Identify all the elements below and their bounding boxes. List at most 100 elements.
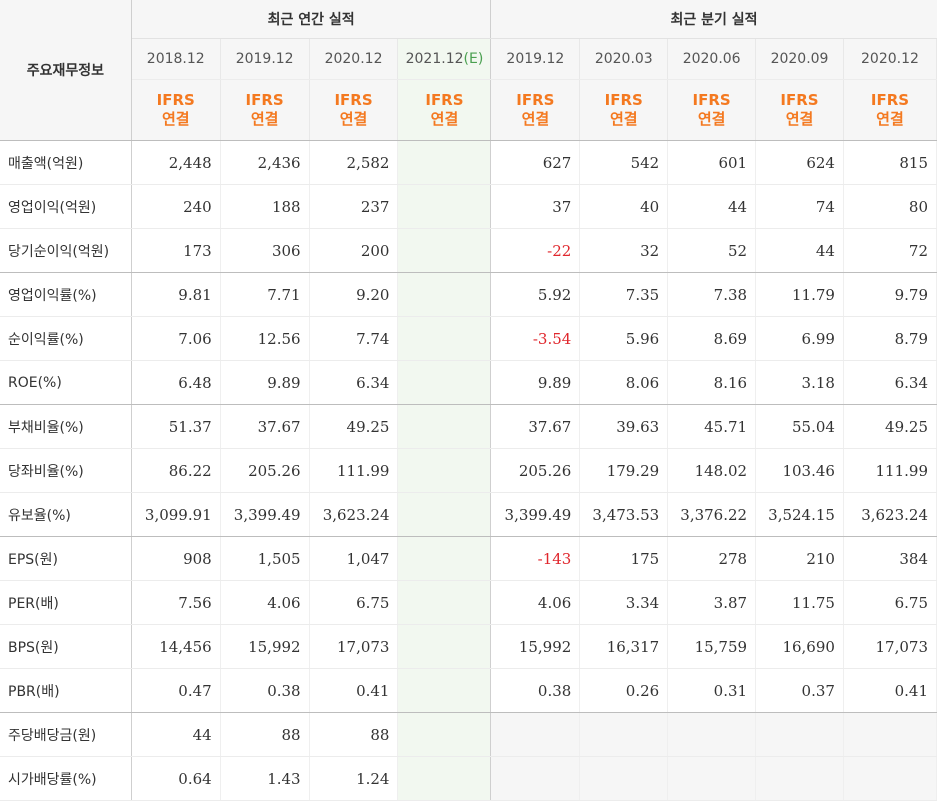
row-label: PBR(배) (0, 668, 132, 713)
row-label: 매출액(억원) (0, 140, 132, 185)
table-row: 시가배당률(%) 0.64 1.43 1.24 (0, 756, 937, 801)
table-cell: 624 (755, 140, 844, 185)
table-cell (397, 624, 492, 669)
table-cell: 3.87 (667, 580, 757, 625)
table-cell: 44 (755, 228, 844, 273)
table-cell (397, 712, 492, 757)
table-cell: 17,073 (309, 624, 399, 669)
ifrs-badge: IFRS 연결 (309, 79, 399, 141)
table-row: PBR(배) 0.47 0.38 0.41 0.38 0.26 0.31 0.37 0.41 (0, 668, 937, 713)
table-cell: 9.81 (131, 272, 221, 317)
table-cell: 1,047 (309, 536, 399, 581)
table-cell: 15,759 (667, 624, 757, 669)
estimate-marker: (E) (463, 51, 484, 67)
table-cell: 1,505 (220, 536, 310, 581)
table-cell (397, 272, 492, 317)
table-row: BPS(원) 14,456 15,992 17,073 15,992 16,317 15,7… (0, 624, 937, 669)
table-cell: 278 (667, 536, 757, 581)
table-cell: 86.22 (131, 448, 221, 493)
ifrs-label: IFRS (245, 91, 284, 109)
table-row: 매출액(억원) 2,448 2,436 2,582 627 542 601 624 815 (0, 140, 937, 185)
table-cell: 4.06 (220, 580, 310, 625)
table-cell: 39.63 (579, 404, 669, 449)
table-cell: 12.56 (220, 316, 310, 361)
table-cell: 6.34 (843, 360, 937, 405)
period-header: 2020.12 (309, 38, 399, 80)
table-cell: 7.35 (579, 272, 669, 317)
table-cell: 7.74 (309, 316, 399, 361)
table-cell: 72 (843, 228, 937, 273)
period-header: 2020.09 (755, 38, 844, 80)
row-label: ROE(%) (0, 360, 132, 405)
table-cell: 88 (220, 712, 310, 757)
table-cell: 32 (579, 228, 669, 273)
row-label: BPS(원) (0, 624, 132, 669)
table-cell: 9.20 (309, 272, 399, 317)
table-cell: 9.89 (220, 360, 310, 405)
period-header: 2021.12(E) (397, 38, 492, 80)
table-cell: 6.75 (309, 580, 399, 625)
table-row: PER(배) 7.56 4.06 6.75 4.06 3.34 3.87 11.75 6.75 (0, 580, 937, 625)
table-cell: 37.67 (490, 404, 581, 449)
table-cell: 51.37 (131, 404, 221, 449)
table-cell: 3,623.24 (843, 492, 937, 537)
table-cell: 16,317 (579, 624, 669, 669)
consolidated-label: 연결 (161, 110, 190, 128)
ifrs-label: IFRS (780, 91, 819, 109)
ifrs-label: IFRS (156, 91, 195, 109)
table-cell: 2,448 (131, 140, 221, 185)
consolidated-label: 연결 (876, 110, 904, 128)
period-label: 2020.09 (770, 51, 829, 67)
table-cell: 7.06 (131, 316, 221, 361)
table-cell: 240 (131, 184, 221, 229)
table-cell: -22 (490, 228, 581, 273)
table-cell: 2,436 (220, 140, 310, 185)
table-row: 부채비율(%) 51.37 37.67 49.25 37.67 39.63 45.71 55.… (0, 404, 937, 449)
table-cell: 384 (843, 536, 937, 581)
period-label: 2019.12 (506, 51, 565, 67)
table-cell (579, 712, 669, 757)
ifrs-badge: IFRS 연결 (755, 79, 844, 141)
table-cell: 14,456 (131, 624, 221, 669)
row-label: 부채비율(%) (0, 404, 132, 449)
table-cell: 49.25 (843, 404, 937, 449)
table-cell: 1.43 (220, 756, 310, 801)
ifrs-badge: IFRS 연결 (667, 79, 757, 141)
table-cell (397, 360, 492, 405)
period-header: 2020.12 (843, 38, 937, 80)
ifrs-label: IFRS (870, 91, 910, 109)
table-row: 유보율(%) 3,099.91 3,399.49 3,623.24 3,399.49 3,… (0, 492, 937, 537)
period-header: 2019.12 (490, 38, 581, 80)
table-cell: 7.71 (220, 272, 310, 317)
table-cell: 601 (667, 140, 757, 185)
table-cell: 6.34 (309, 360, 399, 405)
ifrs-label: IFRS (516, 91, 555, 109)
table-cell: 210 (755, 536, 844, 581)
table-cell: 8.06 (579, 360, 669, 405)
table-cell: 0.38 (220, 668, 310, 713)
ifrs-badge: IFRS 연결 (131, 79, 221, 141)
table-cell (397, 228, 492, 273)
table-cell: 173 (131, 228, 221, 273)
consolidated-label: 연결 (697, 110, 726, 128)
table-row: ROE(%) 6.48 9.89 6.34 9.89 8.06 8.16 3.18 6.34 (0, 360, 937, 405)
row-label: 유보율(%) (0, 492, 132, 537)
table-cell: 0.64 (131, 756, 221, 801)
table-cell: 5.92 (490, 272, 581, 317)
table-cell: 3,399.49 (490, 492, 581, 537)
table-cell: 1.24 (309, 756, 399, 801)
row-label: 당좌비율(%) (0, 448, 132, 493)
table-cell: 0.47 (131, 668, 221, 713)
table-cell (667, 712, 757, 757)
table-cell (490, 712, 581, 757)
period-header: 2020.03 (579, 38, 669, 80)
table-cell: 2,582 (309, 140, 399, 185)
row-label: 영업이익(억원) (0, 184, 132, 229)
period-label: 2019.12 (235, 51, 294, 67)
table-cell: 148.02 (667, 448, 757, 493)
row-header-label: 주요재무정보 (0, 0, 132, 141)
ifrs-label: IFRS (692, 91, 731, 109)
row-label: PER(배) (0, 580, 132, 625)
table-cell (397, 448, 492, 493)
table-cell: 111.99 (843, 448, 937, 493)
